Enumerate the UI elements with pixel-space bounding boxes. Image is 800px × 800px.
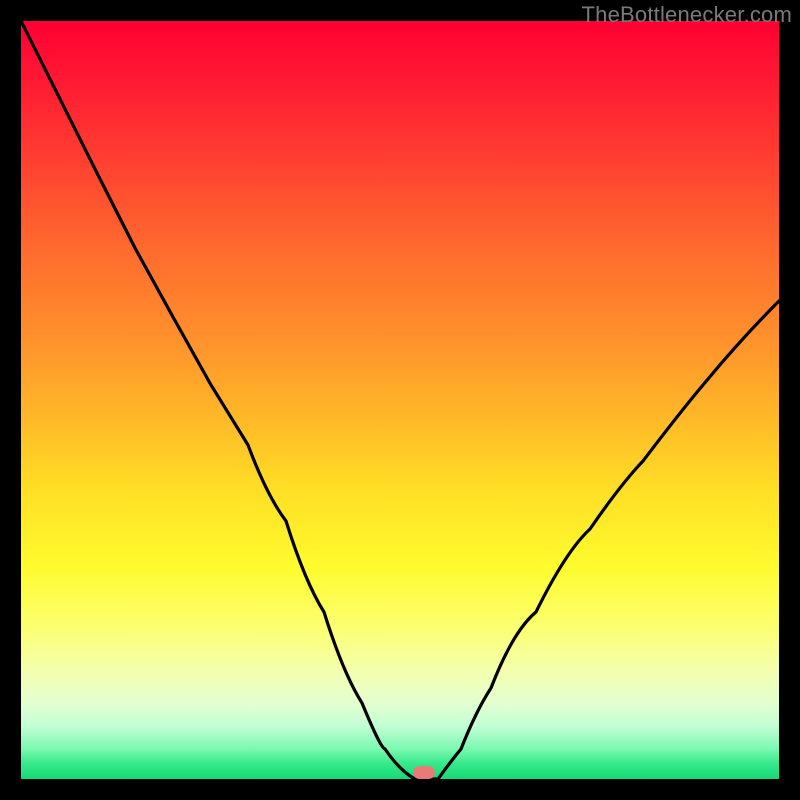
watermark-text: TheBottlenecker.com	[582, 2, 792, 28]
chart-stage: TheBottlenecker.com	[0, 0, 800, 800]
curve-path	[21, 21, 779, 779]
optimal-point-marker	[413, 766, 435, 779]
plot-area	[21, 21, 779, 779]
bottleneck-curve	[21, 21, 779, 779]
